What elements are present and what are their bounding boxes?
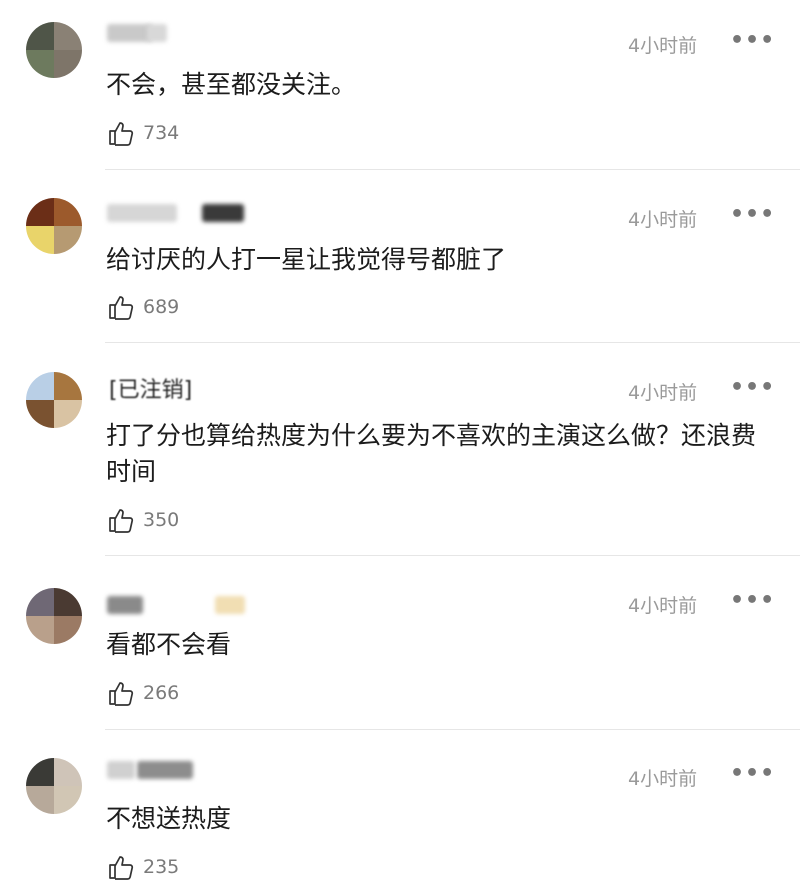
divider <box>105 342 800 343</box>
thumbs-up-icon <box>109 296 134 320</box>
more-options-icon[interactable]: ••• <box>730 761 775 786</box>
username-blurred[interactable] <box>107 200 247 226</box>
avatar[interactable] <box>26 588 82 644</box>
thumbs-up-icon <box>109 856 134 880</box>
like-button[interactable]: 235 <box>107 852 179 882</box>
comment-text: 打了分也算给热度为什么要为不喜欢的主演这么做？还浪费时间 <box>106 421 757 486</box>
more-options-icon[interactable]: ••• <box>730 28 775 53</box>
username-text: [已注销] <box>109 378 193 403</box>
username-blurred[interactable] <box>107 592 247 618</box>
avatar[interactable] <box>26 22 82 78</box>
comment-timestamp: 4小时前 <box>628 209 698 231</box>
comment-text: 给讨厌的人打一星让我觉得号都脏了 <box>106 245 507 274</box>
username-blurred[interactable] <box>107 20 247 46</box>
more-options-icon[interactable]: ••• <box>730 202 775 227</box>
like-button[interactable]: 266 <box>107 678 179 708</box>
comment-text: 不想送热度 <box>106 804 232 833</box>
avatar[interactable] <box>26 198 82 254</box>
more-options-icon[interactable]: ••• <box>730 375 775 400</box>
comment-timestamp: 4小时前 <box>628 595 698 617</box>
thumbs-up-icon <box>109 682 134 706</box>
comment-text: 看都不会看 <box>106 630 232 659</box>
like-count: 266 <box>143 682 180 704</box>
like-button[interactable]: 689 <box>107 292 179 322</box>
thumbs-up-icon <box>109 509 134 533</box>
divider <box>105 555 800 556</box>
thumbs-up-icon <box>109 122 134 146</box>
avatar[interactable] <box>26 372 82 428</box>
like-count: 689 <box>143 296 180 318</box>
more-options-icon[interactable]: ••• <box>730 588 775 613</box>
like-count: 235 <box>143 856 180 878</box>
comment-timestamp: 4小时前 <box>628 35 698 57</box>
divider <box>105 729 800 730</box>
like-count: 734 <box>143 122 180 144</box>
like-button[interactable]: 734 <box>107 118 179 148</box>
comment-text: 不会，甚至都没关注。 <box>106 70 357 99</box>
comment-timestamp: 4小时前 <box>628 768 698 790</box>
comment-timestamp: 4小时前 <box>628 382 698 404</box>
username[interactable]: [已注销] <box>107 372 247 403</box>
like-button[interactable]: 350 <box>107 505 179 535</box>
avatar[interactable] <box>26 758 82 814</box>
divider <box>105 169 800 170</box>
like-count: 350 <box>143 509 180 531</box>
username-blurred[interactable] <box>107 757 247 783</box>
